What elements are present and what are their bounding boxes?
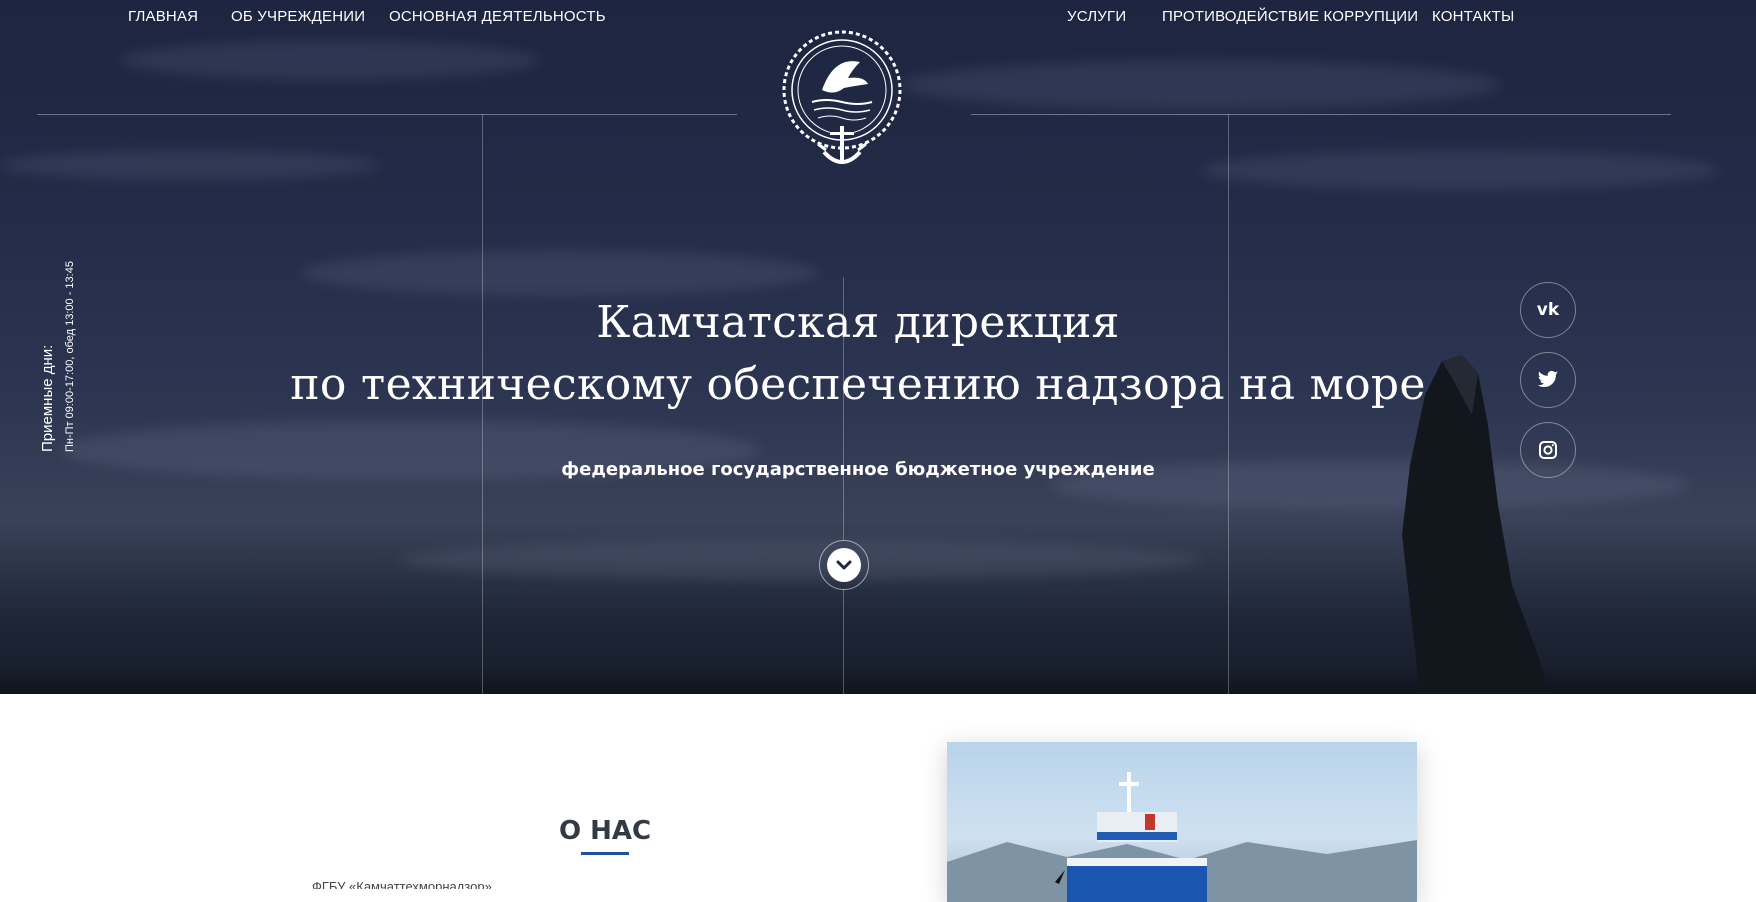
nav-item-home[interactable]: ГЛАВНАЯ — [128, 8, 198, 25]
instagram-link-button[interactable] — [1520, 422, 1576, 478]
vk-link-button[interactable]: vk — [1520, 282, 1576, 338]
instagram-icon — [1539, 441, 1557, 459]
twitter-link-button[interactable] — [1520, 352, 1576, 408]
cloud — [0, 150, 380, 180]
cloud — [120, 40, 540, 80]
twitter-icon — [1537, 370, 1559, 388]
page-title-line-2: по техническому обеспечению надзора на м… — [290, 359, 1426, 410]
nav-item-about[interactable]: ОБ УЧРЕЖДЕНИИ — [231, 8, 365, 25]
vessel-photo — [947, 742, 1417, 902]
page-subtitle: федеральное государственное бюджетное уч… — [561, 459, 1155, 480]
cloud — [1200, 150, 1720, 190]
reception-hours: Приемные дни: Пн-Пт 09:00-17:00, обед 13… — [38, 261, 78, 452]
about-text: ФГБУ «Камчаттехморнадзор» — [312, 880, 492, 889]
nav-item-anticorruption[interactable]: ПРОТИВОДЕЙСТВИЕ КОРРУПЦИИ — [1162, 8, 1418, 25]
vk-icon: vk — [1536, 300, 1560, 320]
nav-item-contacts[interactable]: КОНТАКТЫ — [1432, 8, 1515, 25]
nav-item-services[interactable]: УСЛУГИ — [1067, 8, 1126, 25]
divider-line — [971, 114, 1671, 115]
divider-line — [843, 590, 844, 694]
about-title-underline — [581, 852, 629, 855]
page-title-line-1: Камчатская дирекция — [596, 297, 1120, 348]
ship-image — [947, 772, 1417, 902]
hero-section: ГЛАВНАЯ ОБ УЧРЕЖДЕНИИ ОСНОВНАЯ ДЕЯТЕЛЬНО… — [0, 0, 1756, 694]
cloud — [300, 250, 820, 296]
chevron-down-icon — [827, 548, 861, 582]
page-title: Камчатская дирекция по техническому обес… — [180, 292, 1536, 416]
reception-hours-value: Пн-Пт 09:00-17:00, обед 13:00 - 13:45 — [64, 261, 76, 452]
cloud — [400, 540, 1200, 580]
divider-line — [37, 114, 737, 115]
about-section-title: О НАС — [558, 816, 652, 846]
cloud — [900, 60, 1500, 110]
orca-anchor-emblem-icon[interactable] — [778, 26, 906, 178]
reception-label: Приемные дни: — [39, 344, 56, 452]
nav-item-activity[interactable]: ОСНОВНАЯ ДЕЯТЕЛЬНОСТЬ — [389, 8, 606, 25]
scroll-down-button[interactable] — [819, 540, 869, 590]
